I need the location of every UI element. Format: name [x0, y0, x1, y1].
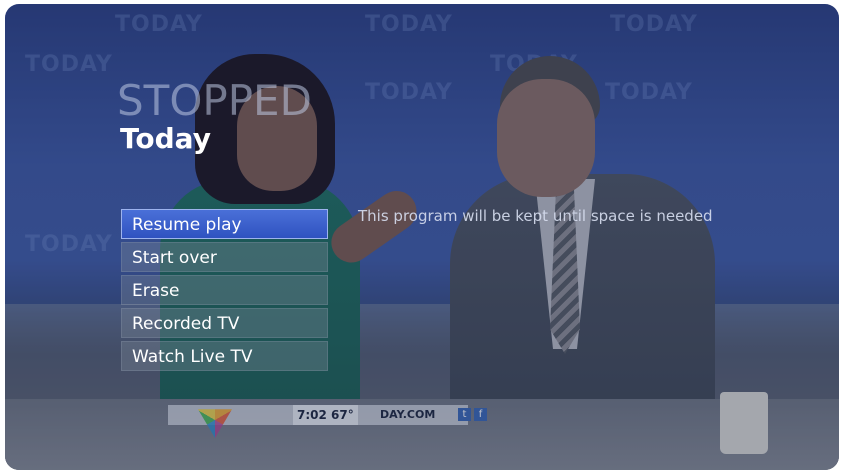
playback-state-label: STOPPED [117, 76, 312, 125]
menu-item-resume-play[interactable]: Resume play [121, 209, 328, 239]
menu-item-watch-live-tv[interactable]: Watch Live TV [121, 341, 328, 371]
menu-item-erase[interactable]: Erase [121, 275, 328, 305]
retention-info-text: This program will be kept until space is… [358, 207, 713, 225]
menu-item-recorded-tv[interactable]: Recorded TV [121, 308, 328, 338]
program-title: Today [120, 122, 211, 155]
playback-menu: Resume play Start over Erase Recorded TV… [121, 209, 328, 374]
menu-item-start-over[interactable]: Start over [121, 242, 328, 272]
